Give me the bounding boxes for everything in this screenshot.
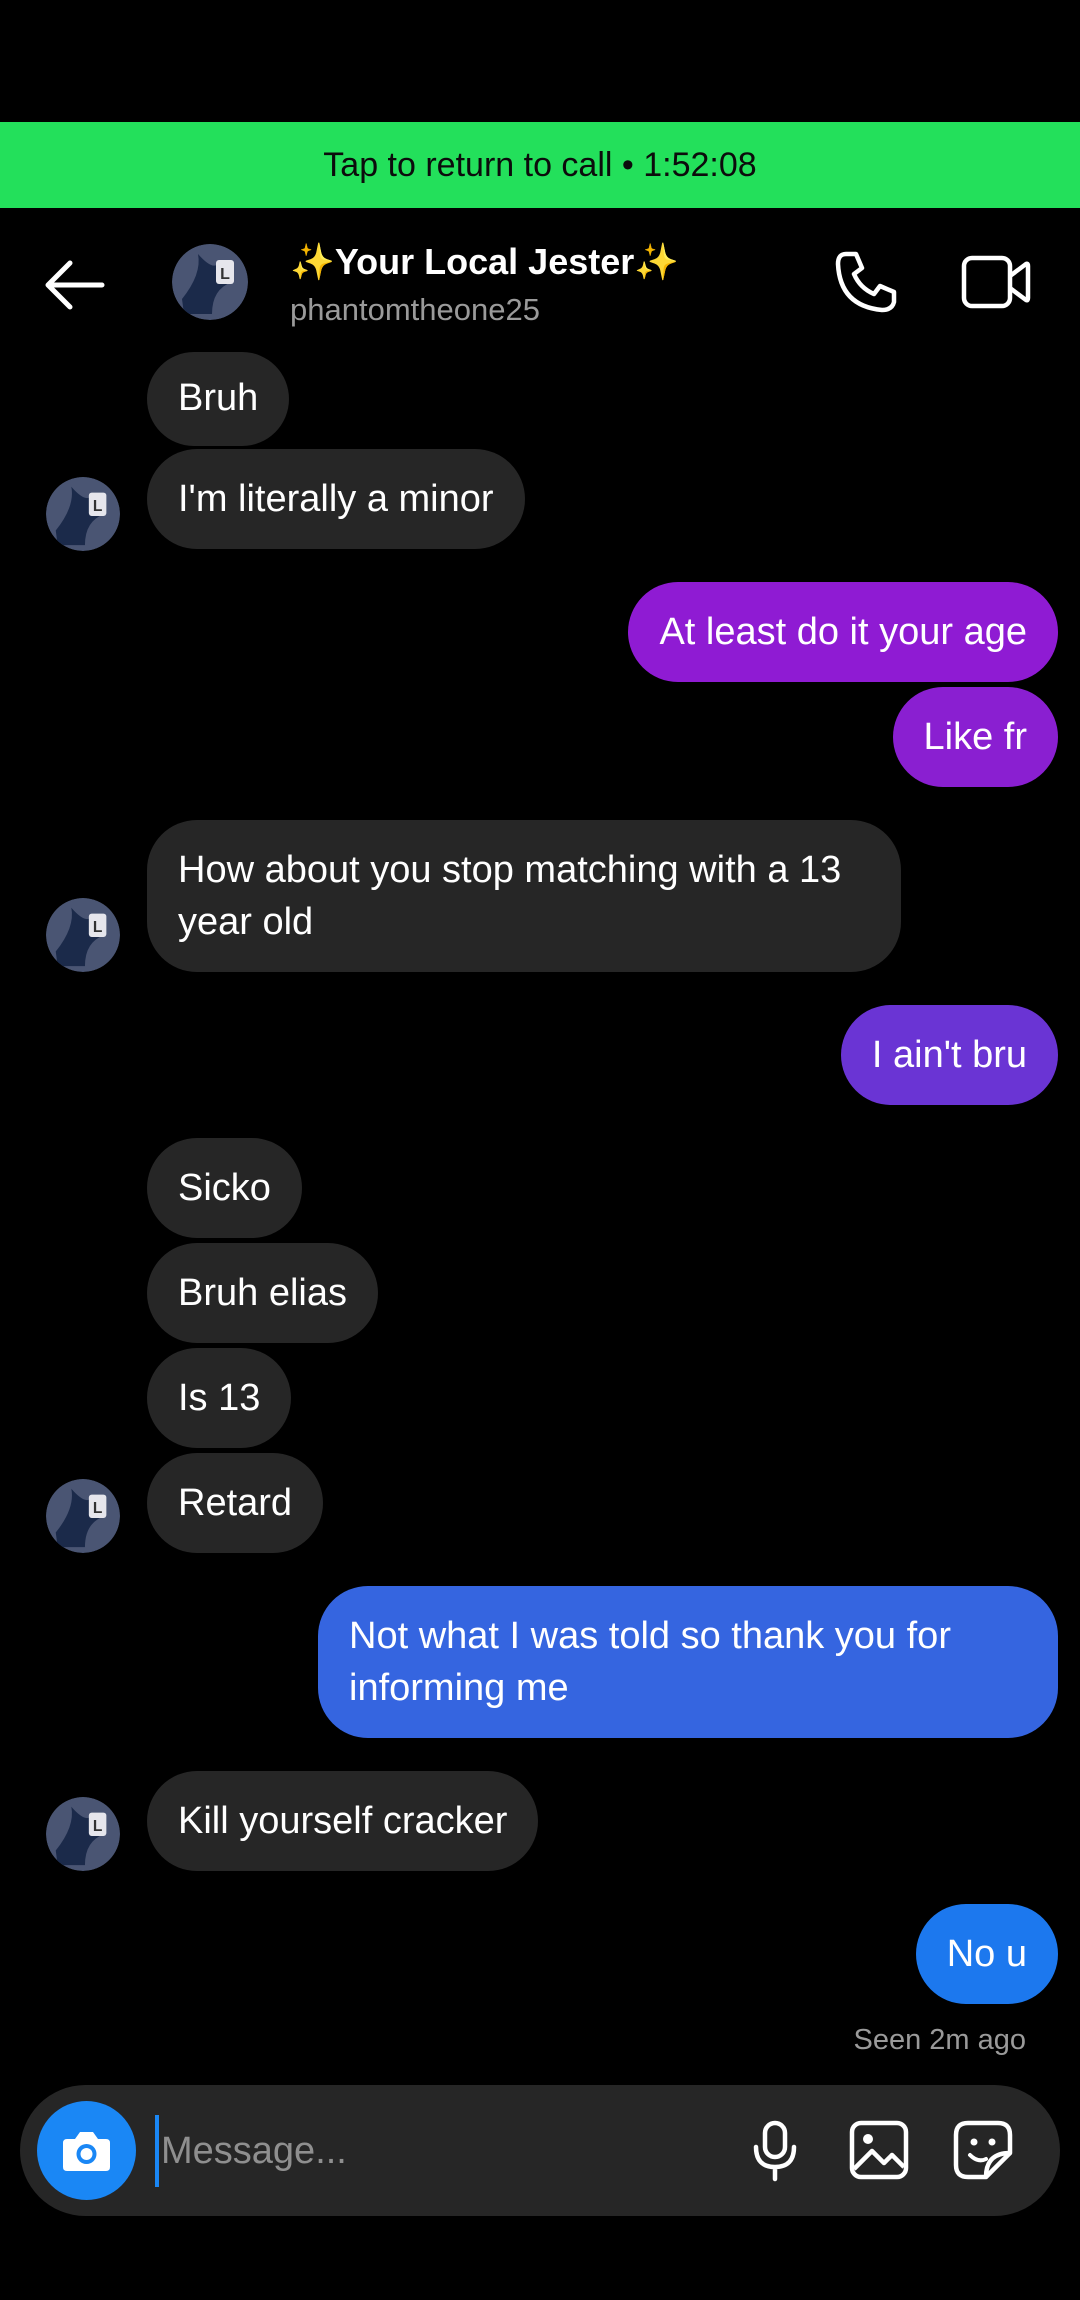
message-bubble-incoming[interactable]: Is 13 [147,1348,292,1448]
phone-icon [835,251,897,313]
return-to-call-banner[interactable]: Tap to return to call • 1:52:08 [0,122,1080,208]
message-bubble-outgoing[interactable]: At least do it your age [628,582,1058,682]
message-bubble-incoming[interactable]: Retard [147,1453,324,1553]
sticker-icon [953,2120,1013,2180]
message-bubble-outgoing[interactable]: Like fr [892,687,1058,787]
message-text: Sicko [178,1167,271,1209]
message-bubble-incoming[interactable]: Kill yourself cracker [147,1771,539,1871]
back-button[interactable] [40,255,110,315]
message-bubble-outgoing[interactable]: Not what I was told so thank you for inf… [318,1586,1058,1738]
gallery-icon [849,2120,909,2180]
sticker-button[interactable] [950,2117,1016,2183]
message-text: I ain't bru [871,1034,1027,1076]
message-text: No u [946,1933,1027,1975]
message-bubble-outgoing[interactable]: I ain't bru [840,1005,1058,1105]
camera-button[interactable] [37,2101,136,2200]
message-text: Not what I was told so thank you for inf… [349,1615,951,1709]
gallery-button[interactable] [846,2117,912,2183]
seen-status: Seen 2m ago [853,2024,1026,2056]
message-bubble-incoming[interactable]: Bruh [147,352,290,446]
voice-message-button[interactable] [742,2117,808,2183]
contact-avatar[interactable]: L [46,898,120,972]
video-camera-icon [961,255,1031,309]
message-text: Bruh elias [178,1272,347,1314]
message-bubble-incoming[interactable]: How about you stop matching with a 13 ye… [147,820,901,972]
message-text: Retard [178,1482,293,1524]
message-text: I'm literally a minor [178,478,494,520]
microphone-icon [753,2120,797,2182]
header-avatar[interactable]: L [172,244,248,320]
message-text: Kill yourself cracker [178,1800,508,1842]
message-text: Is 13 [178,1377,261,1419]
message-text: Like fr [923,716,1027,758]
contact-avatar[interactable]: L [46,477,120,551]
svg-text:L: L [93,498,103,515]
message-input[interactable] [155,2115,723,2187]
message-bubble-incoming[interactable]: Sicko [147,1138,302,1238]
audio-call-button[interactable] [832,248,900,316]
contact-avatar[interactable]: L [46,1479,120,1553]
svg-text:L: L [93,1818,103,1835]
contact-username[interactable]: phantomtheone25 [290,292,540,328]
message-composer [20,2085,1060,2216]
back-arrow-icon [45,260,105,310]
contact-avatar[interactable]: L [46,1797,120,1871]
svg-text:L: L [93,919,103,936]
camera-icon [63,2132,110,2171]
message-text: At least do it your age [659,611,1027,653]
contact-name[interactable]: ✨Your Local Jester✨ [290,241,679,283]
message-text: How about you stop matching with a 13 ye… [178,849,842,943]
message-text: Bruh [178,377,259,419]
message-bubble-incoming[interactable]: I'm literally a minor [147,449,525,549]
svg-text:L: L [93,1500,103,1517]
video-call-button[interactable] [960,252,1032,312]
message-bubble-outgoing[interactable]: No u [915,1904,1058,2004]
svg-text:L: L [220,266,230,283]
message-bubble-incoming[interactable]: Bruh elias [147,1243,378,1343]
call-banner-text: Tap to return to call • 1:52:08 [323,145,757,184]
